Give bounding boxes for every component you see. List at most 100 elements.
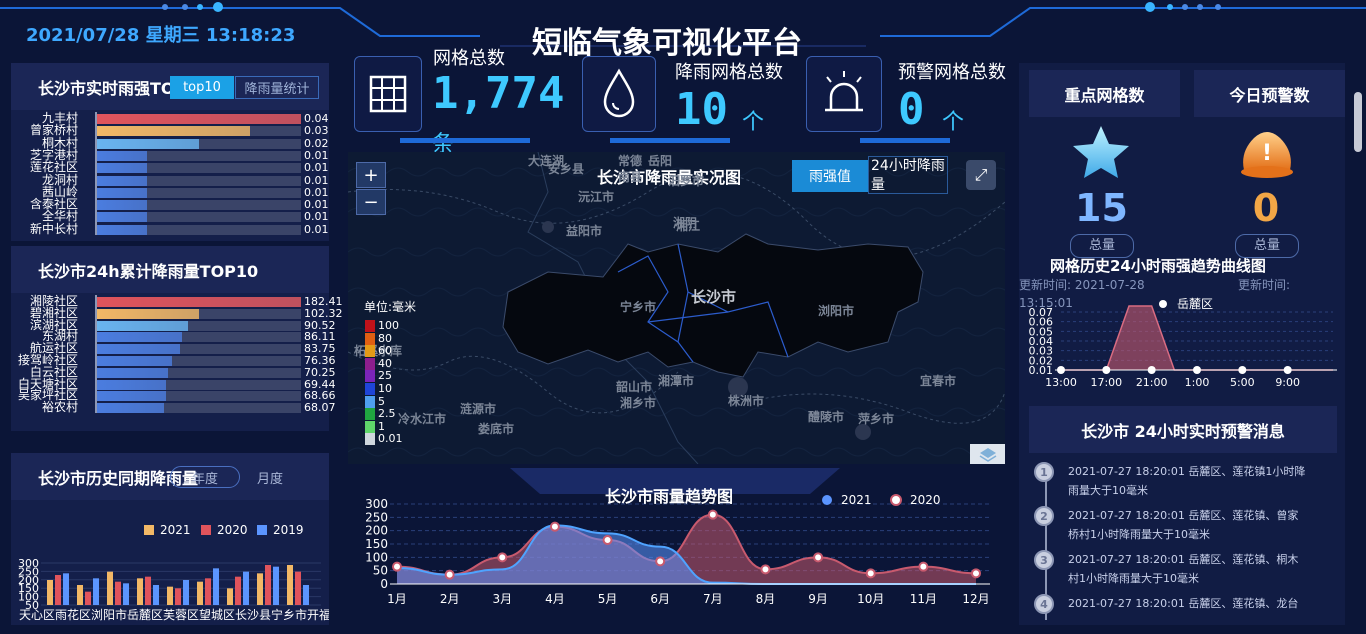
legend-swatch (365, 345, 375, 358)
map-place-label: 安乡县 (548, 162, 585, 176)
bar-fill (96, 344, 181, 355)
today-warning-title: 今日预警数 (1194, 70, 1345, 117)
history-rain-chart: 2021 2020 201930025020015010050天心区雨花区浏阳市岳麓… (18, 523, 329, 622)
legend-label: 40 (378, 356, 392, 370)
svg-text:!: ! (1262, 141, 1272, 166)
bar (227, 588, 233, 605)
warning-item[interactable]: 2 2021-07-27 18:20:01 岳麓区、莲花镇、曾家桥村1小时降雨量大… (1034, 506, 1334, 546)
tab-top10[interactable]: top10 (170, 76, 234, 99)
y-tick-label: 300 (365, 497, 388, 511)
warning-text: 2021-07-27 18:20:01 岳麓区、莲花镇、龙台 (1068, 597, 1299, 610)
x-tick-label: 2月 (440, 592, 460, 606)
legend-label: 2021 (841, 493, 872, 507)
map-place-label: 宁乡市 (620, 300, 657, 314)
map-canvas (348, 152, 1005, 464)
bar-fill (96, 297, 301, 307)
legend-label: 1 (378, 419, 385, 433)
data-point (918, 561, 929, 572)
bar-fill (96, 320, 189, 331)
legend-label: 60 (378, 344, 392, 358)
bar-fill (96, 163, 148, 174)
legend-marker (890, 494, 902, 506)
y-tick-label: 250 (365, 510, 388, 524)
warning-item[interactable]: 3 2021-07-27 18:20:01 岳麓区、莲花镇、桐木村1小时降雨量大于… (1034, 550, 1334, 590)
bar-value: 0.01 (304, 185, 329, 199)
layers-icon[interactable] (970, 444, 1005, 464)
bar-fill (96, 114, 301, 124)
data-point (1057, 366, 1065, 374)
bar-value: 0.02 (304, 136, 329, 150)
tab-rain-intensity[interactable]: 雨强值 (792, 160, 868, 192)
tab-month[interactable]: 月度 (245, 466, 295, 488)
bar-value: 0.01 (304, 173, 329, 187)
zoom-in-button[interactable]: + (356, 162, 386, 188)
map-place-label: 萍乡市 (858, 412, 895, 426)
bar-fill (96, 175, 148, 186)
scrollbar-thumb[interactable] (1354, 92, 1362, 152)
bar (85, 591, 91, 605)
star-icon (1073, 126, 1129, 178)
data-point (813, 552, 824, 563)
tab-24h-rain[interactable]: 24小时降雨量 (868, 156, 948, 194)
y-tick-label: 0 (380, 577, 388, 591)
data-point (602, 535, 613, 545)
tab-year[interactable]: 年度 (170, 466, 240, 488)
data-point (392, 561, 402, 572)
warning-number-badge: 3 (1034, 550, 1054, 570)
zoom-out-button[interactable]: − (356, 189, 386, 215)
legend-swatch (365, 433, 375, 446)
x-tick-label: 17:00 (1090, 376, 1122, 389)
grid-icon (354, 56, 422, 132)
bar (55, 575, 61, 605)
legend-label: 80 (378, 331, 392, 345)
bar-value: 0.01 (304, 222, 329, 236)
bar-fill (96, 403, 164, 414)
rain-map[interactable]: + − 长沙市降雨量实况图 雨强值 24小时降雨量 ⤢ 大连湖 安乡县 常德 沅江市南… (348, 152, 1005, 464)
data-point (549, 521, 560, 532)
stat-warning-grids: 预警网格总数 0 个 (806, 52, 1016, 142)
map-place-label: 株洲市 (728, 394, 765, 408)
tab-rain-stats[interactable]: 降雨量统计 (235, 76, 319, 99)
map-place-label: 醴陵市 (808, 410, 845, 424)
warning-item[interactable]: 4 2021-07-27 18:20:01 岳麓区、莲花镇、龙台 (1034, 594, 1334, 634)
bar-fill (96, 356, 172, 366)
bar-fill (96, 308, 199, 319)
bar (243, 571, 249, 605)
y-tick-label: 50 (373, 564, 388, 578)
key-grid-value: 15 (1075, 186, 1128, 230)
series-area (1061, 306, 1333, 370)
map-place-label: 湘乡市 (620, 396, 657, 410)
bar (137, 578, 143, 605)
bar (235, 576, 241, 605)
data-point (971, 568, 981, 579)
data-point (865, 568, 876, 579)
bar (107, 571, 113, 605)
cumulative-rain-title: 长沙市24h累计降雨量TOP10 (11, 246, 329, 293)
legend-swatch (365, 332, 375, 345)
bar-fill (96, 150, 148, 161)
legend-label: 10 (378, 382, 392, 395)
bar-value: 0.01 (304, 210, 329, 224)
alarm-light-icon (806, 56, 882, 132)
y-tick-label: 200 (365, 524, 388, 538)
bar (287, 565, 293, 605)
map-place-label: 常德 (618, 154, 643, 168)
bar-label: 裕农村 (41, 400, 78, 415)
bar-fill (96, 212, 148, 223)
legend-label: 2.5 (378, 407, 396, 421)
x-tick-label: 7月 (703, 592, 723, 606)
legend-swatch (365, 320, 375, 332)
fullscreen-icon[interactable]: ⤢ (966, 160, 996, 190)
legend-label: 0.01 (378, 432, 403, 446)
bar-fill (96, 379, 166, 390)
bar-fill (96, 187, 148, 198)
datetime: 2021/07/28 星期三 13:18:23 (26, 25, 296, 46)
warning-item[interactable]: 1 2021-07-27 18:20:01 岳麓区、莲花镇1小时降雨量大于10毫米 (1034, 462, 1334, 502)
legend-swatch (365, 357, 375, 370)
warning-text: 2021-07-27 18:20:01 岳麓区、莲花镇、曾家桥村1小时降雨量大于… (1068, 509, 1299, 541)
axis-line (95, 295, 97, 413)
stat-unit: 个 (942, 110, 965, 135)
bar (145, 576, 151, 605)
bar-fill (96, 138, 199, 149)
data-point (1147, 366, 1156, 374)
